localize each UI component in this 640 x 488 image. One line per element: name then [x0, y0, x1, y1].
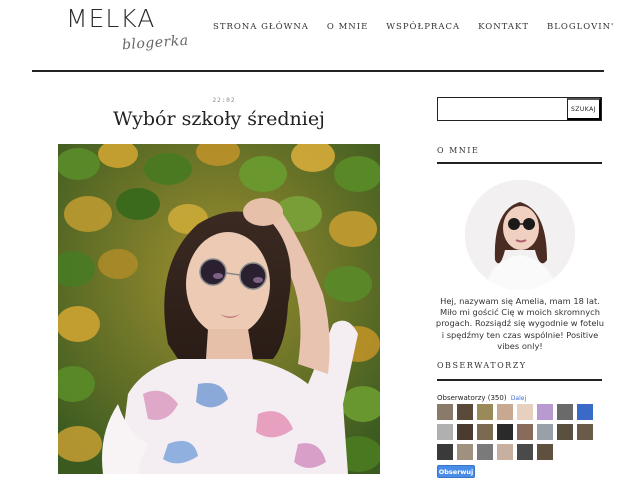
about-widget-divider [437, 162, 602, 164]
search-input[interactable] [438, 98, 567, 120]
search-button[interactable]: SZUKAJ [567, 98, 601, 120]
followers-widget-title: OBSERWATORZY [437, 361, 527, 370]
follower-avatar[interactable] [457, 424, 473, 440]
follow-button[interactable]: Obserwuj [437, 465, 475, 478]
follower-avatar[interactable] [537, 444, 553, 460]
follower-avatar[interactable] [477, 424, 493, 440]
follower-avatar[interactable] [517, 424, 533, 440]
followers-widget-divider [437, 379, 602, 381]
post-image[interactable] [58, 144, 380, 474]
follower-avatar[interactable] [497, 444, 513, 460]
logo-title: MELKA [66, 4, 156, 33]
follower-avatar[interactable] [477, 444, 493, 460]
nav-item-collaboration[interactable]: WSPÓŁPRACA [386, 22, 460, 32]
follower-avatar[interactable] [557, 424, 573, 440]
about-text: Hej, nazywam się Amelia, mam 18 lat. Mił… [435, 296, 605, 351]
follower-avatar[interactable] [577, 424, 593, 440]
header-divider [32, 70, 604, 72]
logo-subtitle: blogerka [121, 32, 190, 54]
search-form: SZUKAJ [437, 97, 602, 121]
follower-avatar[interactable] [457, 444, 473, 460]
follower-avatar[interactable] [437, 444, 453, 460]
followers-count: Obserwatorzy (350) Dalej [437, 394, 526, 402]
nav-item-contact[interactable]: KONTAKT [478, 22, 529, 32]
followers-count-label: Obserwatorzy (350) [437, 394, 507, 402]
main-nav: STRONA GŁÓWNA O MNIE WSPÓŁPRACA KONTAKT … [213, 22, 632, 32]
follower-avatar[interactable] [437, 404, 453, 420]
follower-avatar[interactable] [457, 404, 473, 420]
avatar [465, 180, 575, 290]
nav-item-bloglovin[interactable]: BLOGLOVIN' [547, 22, 614, 32]
nav-item-home[interactable]: STRONA GŁÓWNA [213, 22, 309, 32]
follower-avatar[interactable] [577, 404, 593, 420]
follower-avatar[interactable] [477, 404, 493, 420]
follower-avatar[interactable] [537, 404, 553, 420]
about-widget-title: O MNIE [437, 146, 480, 155]
follower-avatar[interactable] [537, 424, 553, 440]
follower-avatar[interactable] [517, 444, 533, 460]
post-time: 22:02 [212, 97, 236, 104]
follower-avatar[interactable] [557, 404, 573, 420]
follower-avatar[interactable] [497, 404, 513, 420]
nav-item-about[interactable]: O MNIE [327, 22, 368, 32]
follower-avatar[interactable] [497, 424, 513, 440]
followers-more-link[interactable]: Dalej [511, 395, 526, 402]
blog-logo[interactable]: MELKA blogerka [66, 4, 189, 60]
follower-avatar[interactable] [437, 424, 453, 440]
post-title[interactable]: Wybór szkoły średniej [58, 108, 380, 130]
follower-avatar[interactable] [517, 404, 533, 420]
